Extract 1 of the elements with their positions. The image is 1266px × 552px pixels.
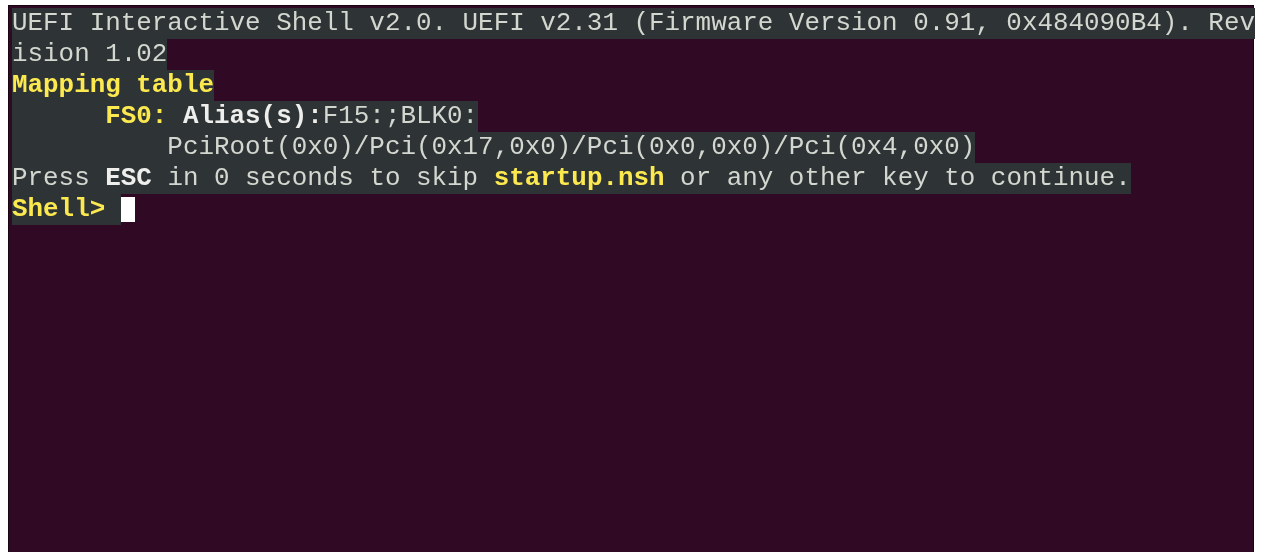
shell-prompt: Shell> [12, 194, 121, 225]
